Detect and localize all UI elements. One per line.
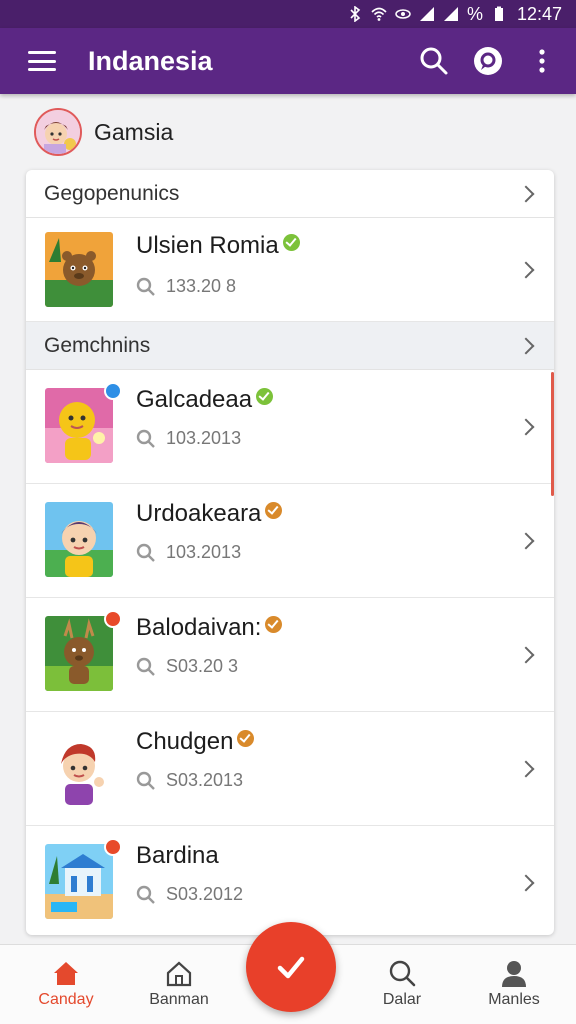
- chat-bubble-icon: [474, 47, 502, 75]
- section-title: Gegopenunics: [44, 181, 180, 205]
- verified-icon: [265, 502, 283, 519]
- game-thumbnail: [45, 730, 113, 805]
- game-thumbnail: [45, 232, 113, 307]
- signal-icon: [419, 7, 434, 21]
- profile-header[interactable]: Gamsia: [34, 108, 173, 156]
- nav-item-canday[interactable]: Canday: [16, 959, 116, 1009]
- confirm-fab-button[interactable]: [246, 922, 336, 1012]
- bluetooth-icon: [350, 6, 361, 22]
- list-item[interactable]: Balodaivan: S03.20 3: [26, 598, 554, 712]
- list-item[interactable]: Urdoakeara 103.2013: [26, 484, 554, 598]
- magnifier-icon: [136, 657, 155, 676]
- list-item[interactable]: Ulsien Romia 133.20 8: [26, 218, 554, 322]
- section-header-1[interactable]: Gegopenunics: [26, 170, 554, 218]
- item-name: Galcadeaa: [136, 386, 274, 414]
- list-item[interactable]: Galcadeaa 103.2013: [26, 370, 554, 484]
- item-meta: S03.2013: [136, 770, 243, 791]
- games-card: Gegopenunics Ulsien Romia 133.20 8 Gemch…: [26, 170, 554, 935]
- chevron-right-icon: [517, 418, 535, 435]
- item-meta: S03.20 3: [136, 656, 238, 677]
- page-title: Indanesia: [88, 45, 213, 76]
- verified-icon: [282, 234, 300, 251]
- chevron-right-icon: [517, 760, 535, 777]
- magnifier-icon: [136, 277, 155, 296]
- chevron-right-icon: [517, 261, 535, 278]
- game-thumbnail: [45, 844, 113, 919]
- section-header-2[interactable]: Gemchnins: [26, 322, 554, 370]
- chevron-right-icon: [517, 532, 535, 549]
- item-name: Bardina: [136, 842, 219, 869]
- home-icon: [54, 962, 78, 985]
- overflow-menu-button[interactable]: [522, 41, 562, 81]
- battery-percent: %: [466, 3, 483, 24]
- nav-item-banman[interactable]: Banman: [129, 959, 229, 1009]
- magnifier-icon: [136, 885, 155, 904]
- battery-icon: [494, 6, 503, 21]
- chevron-right-icon: [517, 874, 535, 892]
- profile-name: Gamsia: [94, 118, 174, 145]
- signal-2-icon: [443, 7, 458, 21]
- person-icon: [502, 961, 526, 987]
- list-item[interactable]: Bardina S03.2012: [26, 826, 554, 935]
- item-meta: 103.2013: [136, 428, 241, 449]
- notification-badge: [104, 382, 122, 400]
- menu-icon[interactable]: [28, 51, 56, 71]
- game-thumbnail: [45, 502, 113, 577]
- search-icon: [420, 47, 448, 75]
- item-meta: 133.20 8: [136, 276, 236, 297]
- verified-icon: [265, 616, 283, 633]
- verified-icon: [256, 388, 274, 405]
- chevron-right-icon: [517, 646, 535, 663]
- cartoon-avatar-icon: [36, 110, 80, 154]
- nav-item-dalar[interactable]: Dalar: [352, 959, 452, 1009]
- eye-icon: [395, 9, 411, 19]
- more-vertical-icon: [539, 49, 545, 73]
- checkmark-icon: [277, 956, 305, 979]
- chevron-right-icon: [517, 337, 535, 354]
- game-thumbnail: [45, 616, 113, 691]
- chevron-right-icon: [517, 185, 535, 202]
- status-bar: % 12:47: [0, 0, 576, 28]
- magnifier-icon: [136, 543, 155, 562]
- clock: 12:47: [516, 3, 562, 24]
- item-meta: 103.2013: [136, 542, 241, 563]
- item-name: Ulsien Romia: [136, 232, 300, 260]
- wifi-icon: [371, 7, 387, 21]
- avatar[interactable]: [34, 108, 82, 156]
- item-name: Urdoakeara: [136, 500, 283, 528]
- list-item[interactable]: Chudgen S03.2013: [26, 712, 554, 826]
- magnifier-icon: [136, 771, 155, 790]
- search-icon: [389, 960, 416, 987]
- status-icons: %: [347, 4, 507, 25]
- scroll-indicator[interactable]: [551, 372, 554, 496]
- search-button[interactable]: [414, 41, 454, 81]
- game-thumbnail: [45, 388, 113, 463]
- chat-button[interactable]: [468, 41, 508, 81]
- magnifier-icon: [136, 429, 155, 448]
- house-outline-icon: [166, 961, 192, 987]
- item-name: Balodaivan:: [136, 614, 283, 642]
- nav-item-manles[interactable]: Manles: [464, 959, 564, 1009]
- notification-badge: [104, 838, 122, 856]
- app-bar: Indanesia: [0, 28, 576, 94]
- section-title: Gemchnins: [44, 333, 151, 357]
- item-meta: S03.2012: [136, 884, 243, 905]
- verified-icon: [237, 730, 255, 747]
- notification-badge: [104, 610, 122, 628]
- item-name: Chudgen: [136, 728, 255, 756]
